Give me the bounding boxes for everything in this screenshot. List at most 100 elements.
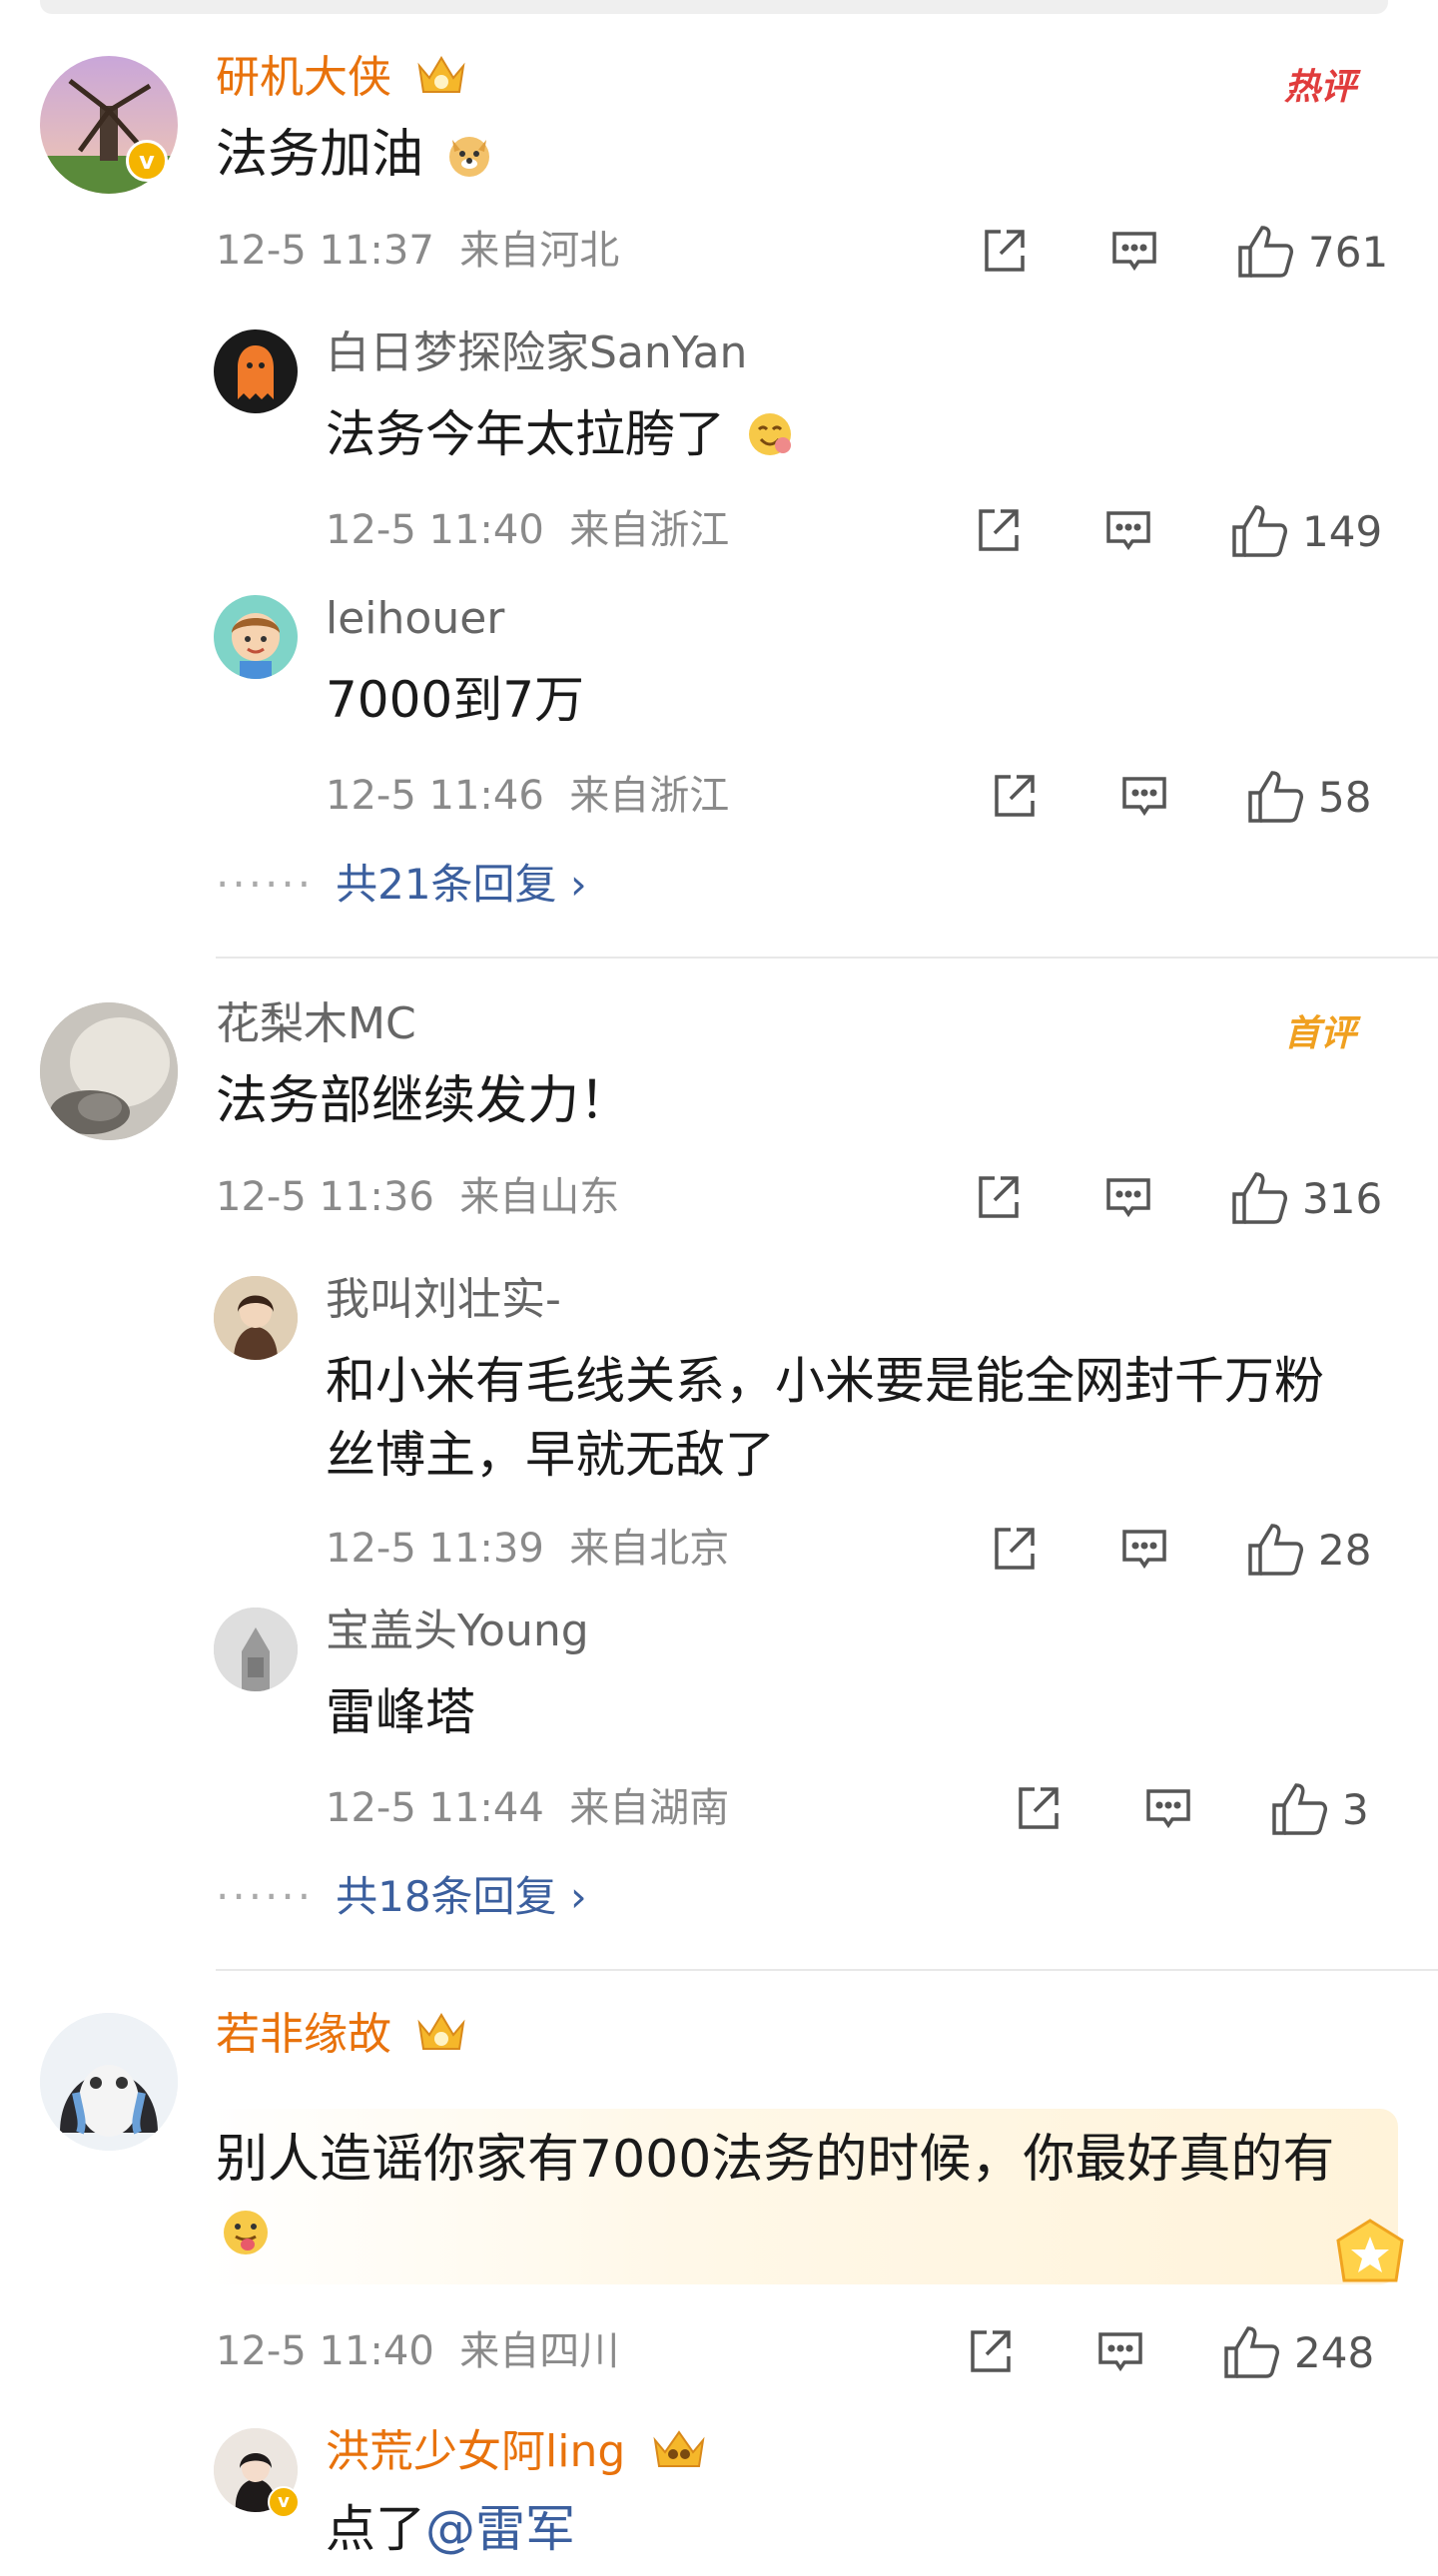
like-count: 316 (1302, 1173, 1383, 1223)
like-count: 58 (1318, 772, 1372, 822)
comment-text: 法务部继续发力！ (216, 1071, 632, 1131)
timestamp: 12-5 11:40 (216, 2328, 434, 2374)
verified-icon: v (268, 2486, 300, 2518)
reply-meta: 12-5 11:39 来自北京 (326, 1524, 729, 1574)
avatar[interactable] (40, 2013, 178, 2151)
more-replies-label[interactable]: 共18条回复 › (336, 1872, 587, 1921)
like-button[interactable]: 28 (1246, 1520, 1371, 1580)
location: 来自河北 (459, 228, 620, 274)
location: 来自四川 (459, 2328, 620, 2374)
comment-icon[interactable] (1108, 222, 1160, 282)
like-icon (1248, 1524, 1303, 1576)
avatar[interactable] (214, 1608, 298, 1691)
comment-icon[interactable] (1102, 1168, 1154, 1228)
reply-meta: 12-5 11:46 来自浙江 (326, 771, 729, 821)
like-button[interactable]: 761 (1236, 222, 1388, 282)
like-button[interactable]: 3 (1270, 1779, 1369, 1839)
comment-icon[interactable] (1118, 767, 1170, 827)
like-button[interactable]: 248 (1222, 2322, 1374, 2382)
share-icon[interactable] (973, 1168, 1025, 1228)
reply-actions: 149 (973, 501, 1382, 561)
reply-meta: 12-5 11:40 来自浙江 (326, 505, 729, 555)
reply-author[interactable]: leihouer (326, 591, 504, 647)
author-name[interactable]: 若非缘故 (216, 2009, 391, 2060)
more-replies-label[interactable]: 共21条回复 › (336, 860, 587, 909)
location: 来自浙江 (569, 507, 730, 553)
comment-author[interactable]: 研机大侠 (216, 50, 467, 112)
timestamp: 12-5 11:44 (326, 1785, 544, 1831)
timestamp: 12-5 11:46 (326, 773, 544, 819)
location: 来自浙江 (569, 773, 730, 819)
reply-text: 7000到7万 (326, 671, 585, 729)
comment-author[interactable]: 花梨木MC (216, 996, 416, 1052)
avatar[interactable] (214, 329, 298, 413)
comment-meta: 12-5 11:37 来自河北 (216, 226, 619, 276)
timestamp: 12-5 11:36 (216, 1174, 434, 1220)
reply-text: 和小米有毛线关系，小米要是能全网封千万粉 丝博主，早就无敌了 (326, 1344, 1324, 1492)
share-icon[interactable] (965, 2322, 1017, 2382)
location: 来自北京 (569, 1526, 730, 1572)
author-name[interactable]: 洪荒少女阿ling (326, 2426, 625, 2477)
share-icon[interactable] (973, 501, 1025, 561)
like-button[interactable]: 58 (1246, 767, 1371, 827)
avatar[interactable] (40, 1002, 178, 1140)
comment-actions: 761 (979, 222, 1388, 282)
top-divider (40, 0, 1388, 14)
reply-text-line: 和小米有毛线关系，小米要是能全网封千万粉 (326, 1352, 1324, 1410)
reply-actions: 58 (989, 767, 1382, 827)
like-button[interactable]: 149 (1230, 501, 1382, 561)
reply-author[interactable]: 我叫刘壮实- (326, 1272, 561, 1328)
share-icon[interactable] (989, 767, 1041, 827)
comment-author[interactable]: 若非缘故 (216, 2007, 467, 2069)
comment-icon[interactable] (1102, 501, 1154, 561)
first-comment-badge: 首评 (1284, 1013, 1357, 1054)
like-count: 761 (1308, 227, 1389, 277)
comment-text-content: 法务加油 (216, 125, 424, 185)
author-name[interactable]: 研机大侠 (216, 52, 391, 103)
avatar[interactable] (214, 1276, 298, 1360)
comment-icon[interactable] (1094, 2322, 1146, 2382)
hot-comment-badge: 热评 (1284, 67, 1357, 108)
comment-meta: 12-5 11:40 来自四川 (216, 2326, 619, 2376)
comment-icon[interactable] (1118, 1520, 1170, 1580)
reply-author[interactable]: 宝盖头Young (326, 1604, 589, 1659)
smiling-emoji-icon (745, 405, 795, 479)
timestamp: 12-5 11:37 (216, 228, 434, 274)
crown-icon (649, 2426, 709, 2486)
like-icon (1232, 1172, 1287, 1224)
mention-link[interactable]: @雷军 (425, 2500, 575, 2558)
comment-text: 法务加油 (216, 118, 494, 200)
share-icon[interactable] (979, 222, 1031, 282)
divider (216, 957, 1438, 959)
share-icon[interactable] (1013, 1779, 1065, 1839)
like-count: 149 (1302, 506, 1383, 556)
timestamp: 12-5 11:40 (326, 507, 544, 553)
dots-icon: ······ (216, 860, 315, 909)
like-icon (1224, 2326, 1279, 2378)
like-button[interactable]: 316 (1230, 1168, 1382, 1228)
like-icon (1232, 505, 1287, 557)
reply-author[interactable]: 洪荒少女阿ling (326, 2424, 709, 2486)
like-count: 28 (1318, 1525, 1372, 1575)
comment-icon[interactable] (1142, 1779, 1194, 1839)
reply-text: 法务今年太拉胯了 (326, 397, 795, 479)
like-icon (1248, 771, 1303, 823)
comment-actions: 248 (965, 2322, 1382, 2382)
comment-meta: 12-5 11:36 来自山东 (216, 1172, 619, 1222)
avatar[interactable] (214, 595, 298, 679)
comment-actions: 316 (973, 1168, 1382, 1228)
doge-emoji-icon (444, 126, 494, 200)
reply-author[interactable]: 白日梦探险家SanYan (326, 325, 747, 381)
dots-icon: ······ (216, 1872, 315, 1921)
share-icon[interactable] (989, 1520, 1041, 1580)
crown-icon (415, 2009, 467, 2069)
view-more-replies-link[interactable]: ······ 共21条回复 › (216, 857, 587, 913)
view-more-replies-link[interactable]: ······ 共18条回复 › (216, 1869, 587, 1925)
crown-icon (415, 52, 467, 112)
comment-text: 别人造谣你家有7000法务的时候，你最好真的有 (216, 2123, 1334, 2278)
like-count: 3 (1342, 1784, 1369, 1834)
like-icon (1238, 226, 1293, 278)
reply-text: 雷峰塔 (326, 1683, 475, 1741)
reply-actions: 28 (989, 1520, 1382, 1580)
timestamp: 12-5 11:39 (326, 1526, 544, 1572)
